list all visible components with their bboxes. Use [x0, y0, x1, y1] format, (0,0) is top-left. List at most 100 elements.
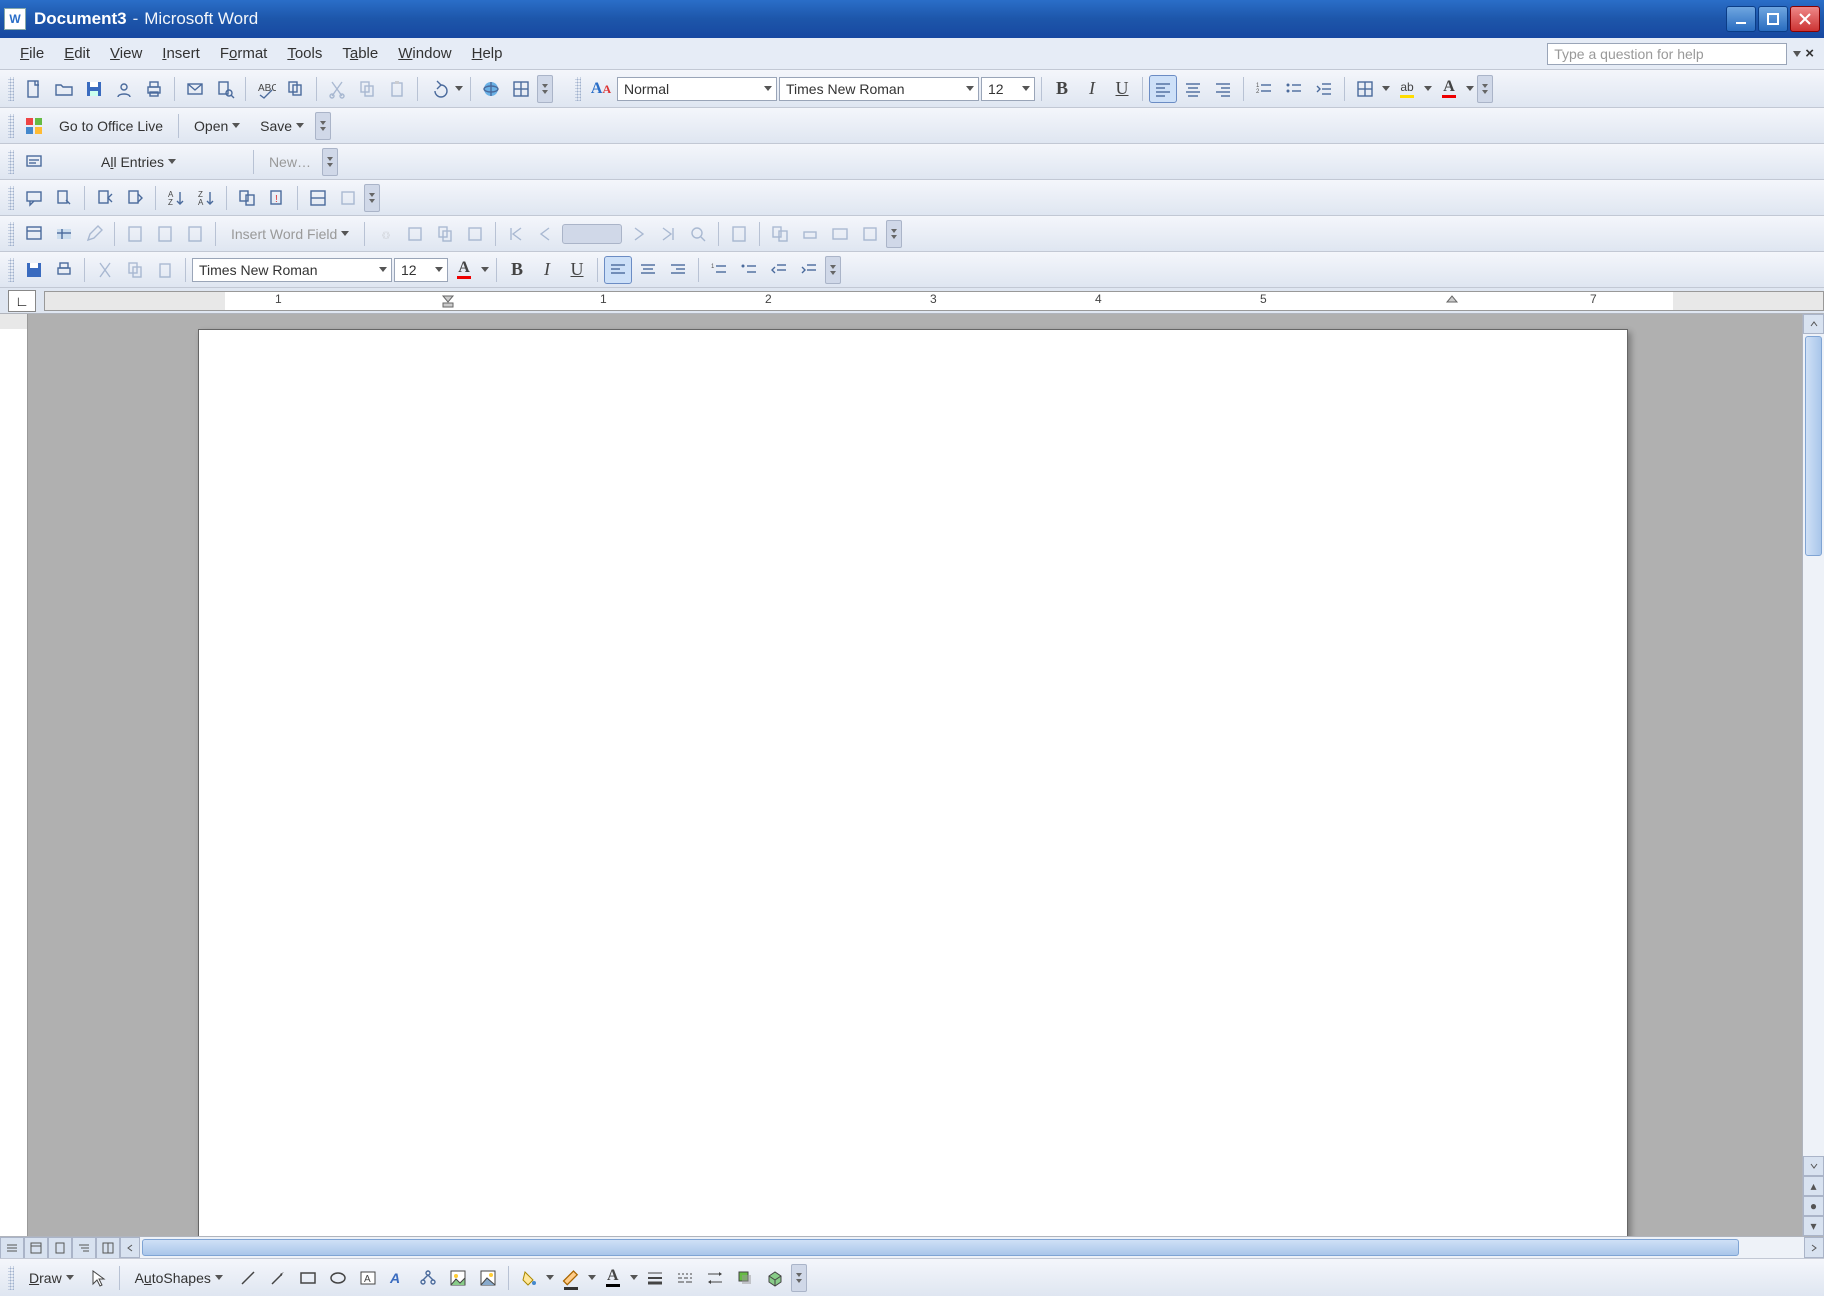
right-indent-marker-icon[interactable]	[1445, 294, 1459, 308]
select-browse-object-button[interactable]: ●	[1803, 1196, 1824, 1216]
sort-descending-button[interactable]: ZA	[192, 184, 220, 212]
toolbar-overflow-1[interactable]	[537, 75, 553, 103]
toolbar-grip-icon[interactable]	[8, 258, 14, 282]
print-layout-view-button[interactable]	[48, 1237, 72, 1258]
numbered-list-button-2[interactable]: 1	[705, 256, 733, 284]
undo-button[interactable]	[424, 75, 452, 103]
menu-edit[interactable]: Edit	[54, 43, 100, 64]
hscroll-left-button[interactable]	[120, 1237, 140, 1258]
save-button-2[interactable]	[20, 256, 48, 284]
select-objects-button[interactable]	[85, 1264, 113, 1292]
autotext-icon[interactable]	[20, 148, 48, 176]
vscroll-track[interactable]	[1803, 334, 1824, 1156]
toolbar-grip-icon[interactable]	[8, 114, 14, 138]
menu-format[interactable]: Format	[210, 43, 278, 64]
toolbar-grip-icon[interactable]	[8, 1266, 14, 1290]
help-search-controls[interactable]: ×	[1793, 45, 1814, 62]
vertical-ruler[interactable]	[0, 314, 28, 1236]
open-button[interactable]	[50, 75, 78, 103]
bold-button-2[interactable]: B	[503, 256, 531, 284]
normal-view-button[interactable]	[0, 1237, 24, 1258]
underline-button-2[interactable]: U	[563, 256, 591, 284]
insert-word-field-button[interactable]: Insert Word Field	[222, 221, 358, 247]
vertical-scrollbar[interactable]: ▴ ● ▾	[1802, 314, 1824, 1236]
align-center-button-2[interactable]	[634, 256, 662, 284]
office-live-open-button[interactable]: Open	[185, 113, 249, 139]
borders-dropdown[interactable]	[1381, 75, 1391, 103]
next-record-button[interactable]	[624, 220, 652, 248]
font-color-dropdown-3[interactable]	[629, 1264, 639, 1292]
previous-record-button[interactable]	[532, 220, 560, 248]
indent-marker-icon[interactable]	[441, 294, 455, 308]
dash-style-button[interactable]	[671, 1264, 699, 1292]
toolbar-overflow-7[interactable]	[825, 256, 841, 284]
toolbar-grip-icon[interactable]	[575, 77, 581, 101]
toolbar-overflow-8[interactable]	[791, 1264, 807, 1292]
3d-style-button[interactable]	[761, 1264, 789, 1292]
highlight-dropdown[interactable]	[1423, 75, 1433, 103]
maximize-button[interactable]	[1758, 6, 1788, 32]
web-layout-view-button[interactable]	[24, 1237, 48, 1258]
borders-button[interactable]	[1351, 75, 1379, 103]
bold-button[interactable]: B	[1048, 75, 1076, 103]
align-center-button[interactable]	[1179, 75, 1207, 103]
data-source-button[interactable]	[20, 220, 48, 248]
close-button[interactable]	[1790, 6, 1820, 32]
goto-office-live-button[interactable]: Go to Office Live	[50, 113, 172, 139]
cut-button-2[interactable]	[91, 256, 119, 284]
insert-picture-button[interactable]	[474, 1264, 502, 1292]
office-live-save-button[interactable]: Save	[251, 113, 313, 139]
font-color-button[interactable]: A	[1435, 75, 1463, 103]
hscroll-thumb[interactable]	[142, 1239, 1739, 1256]
highlight-fields-button[interactable]	[401, 220, 429, 248]
reviewing-pane-button[interactable]	[304, 184, 332, 212]
autoshapes-menu-button[interactable]: AutoShapes	[126, 1265, 232, 1291]
copy-button-2[interactable]	[121, 256, 149, 284]
menu-tools[interactable]: Tools	[277, 43, 332, 64]
previous-change-button[interactable]	[91, 184, 119, 212]
highlight-button[interactable]: ab	[1393, 75, 1421, 103]
style-combo[interactable]: Normal	[617, 77, 777, 101]
draw-menu-button[interactable]: Draw	[20, 1265, 83, 1291]
italic-button[interactable]: I	[1078, 75, 1106, 103]
italic-button-2[interactable]: I	[533, 256, 561, 284]
fill-color-button[interactable]	[515, 1264, 543, 1292]
font-size-combo-2[interactable]: 12	[394, 258, 448, 282]
toolbar-overflow-5[interactable]	[364, 184, 380, 212]
tab-selector-button[interactable]: ∟	[8, 290, 36, 312]
toolbar-grip-icon[interactable]	[8, 77, 14, 101]
new-document-button[interactable]	[20, 75, 48, 103]
reading-layout-view-button[interactable]	[96, 1237, 120, 1258]
edit-recipients-button[interactable]	[80, 220, 108, 248]
outline-view-button[interactable]	[72, 1237, 96, 1258]
recipients-button[interactable]	[50, 220, 78, 248]
line-style-button[interactable]	[641, 1264, 669, 1292]
minimize-button[interactable]	[1726, 6, 1756, 32]
menu-insert[interactable]: Insert	[152, 43, 210, 64]
toolbar-grip-icon[interactable]	[8, 222, 14, 246]
merge-to-doc-button[interactable]	[766, 220, 794, 248]
align-left-button[interactable]	[1149, 75, 1177, 103]
sort-ascending-button[interactable]: AZ	[162, 184, 190, 212]
decrease-indent-button-2[interactable]	[765, 256, 793, 284]
toolbar-grip-icon[interactable]	[8, 150, 14, 174]
check-errors-button[interactable]	[725, 220, 753, 248]
propagate-labels-button[interactable]	[461, 220, 489, 248]
hyperlink-button[interactable]	[477, 75, 505, 103]
styles-pane-button[interactable]: AA	[587, 75, 615, 103]
merge-to-fax-button[interactable]	[856, 220, 884, 248]
menu-table[interactable]: Table	[332, 43, 388, 64]
font-color-dropdown[interactable]	[1465, 75, 1475, 103]
autotext-new-button[interactable]: New…	[260, 149, 320, 175]
find-entry-button[interactable]	[684, 220, 712, 248]
insert-table-button[interactable]	[507, 75, 535, 103]
previous-page-button[interactable]: ▴	[1803, 1176, 1824, 1196]
menu-file[interactable]: File	[10, 43, 54, 64]
menu-window[interactable]: Window	[388, 43, 461, 64]
insert-comment-button[interactable]	[20, 184, 48, 212]
track-changes-button[interactable]	[50, 184, 78, 212]
toolbar-overflow-3[interactable]	[315, 112, 331, 140]
merge-to-email-button[interactable]	[826, 220, 854, 248]
font-color-button-2[interactable]: A	[450, 256, 478, 284]
print-button[interactable]	[140, 75, 168, 103]
